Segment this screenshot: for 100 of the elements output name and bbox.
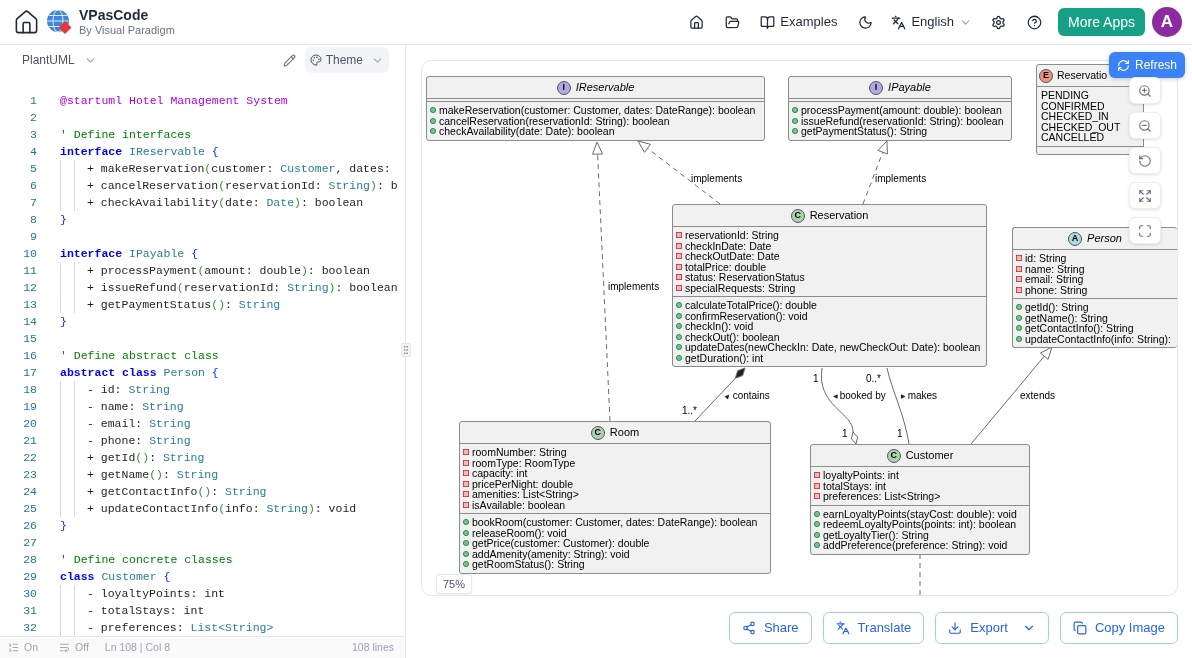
cursor-position: Ln 108 | Col 8: [104, 639, 171, 655]
class-member: bookRoom(customer: Customer, dates: DateRange): boolean: [472, 517, 758, 528]
more-apps-button[interactable]: More Apps: [1058, 8, 1145, 36]
line-number: 17: [22, 364, 37, 381]
download-icon: [948, 621, 963, 635]
line-number: 13: [22, 296, 37, 313]
line-number: 30: [22, 585, 37, 602]
class-name: Reservation: [809, 208, 869, 224]
code-line: + cancelReservation(reservationId: String): b: [87, 177, 398, 194]
code-line: ' Define abstract class: [60, 347, 219, 364]
theme-button[interactable]: Theme: [304, 47, 389, 73]
numbered-list-icon: [8, 642, 19, 653]
language-select[interactable]: English: [885, 6, 979, 38]
class-member: getContactInfo(): String: [1025, 323, 1134, 334]
line-number: 25: [22, 500, 37, 517]
stereotype-badge: C: [590, 425, 605, 440]
visibility-dot-icon: [430, 117, 436, 124]
expand-arrows-icon: [1138, 188, 1152, 203]
refresh-button[interactable]: Refresh: [1108, 52, 1185, 78]
code-line: + issueRefund(reservationId: String): boolean: [87, 279, 398, 296]
code-line: + getPaymentStatus(): String: [87, 296, 281, 313]
line-number: 11: [22, 262, 37, 279]
class-member: processPayment(amount: double): boolean: [801, 105, 1002, 116]
class-member: roomNumber: String: [472, 447, 567, 458]
visibility-dot-icon: [792, 117, 798, 124]
zoom-in-button[interactable]: [1129, 77, 1161, 104]
line-number: 28: [22, 551, 37, 568]
visibility-dot-icon: [1016, 335, 1022, 342]
code-line: + getName(): String: [87, 466, 219, 483]
code-line: + getId(): String: [87, 449, 205, 466]
fit-view-button[interactable]: [1129, 182, 1161, 209]
visibility-dot-icon: [814, 521, 820, 528]
line-number: 31: [22, 602, 37, 619]
line-number: 12: [22, 279, 37, 296]
share-button[interactable]: Share: [728, 612, 812, 644]
visibility-dot-icon: [676, 344, 682, 351]
class-member: addPreference(preference: String): void: [823, 540, 1008, 551]
translate-button[interactable]: Translate: [822, 612, 925, 644]
export-button[interactable]: Export: [935, 612, 1049, 644]
code-line: abstract class Person {: [60, 364, 219, 381]
diagram-canvas[interactable]: [421, 60, 1178, 596]
visibility-dot-icon: [792, 107, 798, 114]
stereotype-badge: I: [869, 80, 884, 95]
dashed-line: [919, 553, 921, 595]
line-number: 23: [22, 466, 37, 483]
app-subtitle: By Visual Paradigm: [79, 24, 175, 37]
visibility-dot-icon: [463, 529, 469, 536]
code-line: interface IReservable {: [60, 143, 219, 160]
class-member: specialRequests: String: [685, 282, 796, 293]
code-line: + getContactInfo(): String: [87, 483, 267, 500]
connector-label: booked by: [839, 390, 886, 401]
stereotype-badge: A: [1068, 231, 1083, 246]
line-number: 19: [22, 398, 37, 415]
stereotype-badge: C: [886, 448, 901, 463]
stereotype-badge: I: [556, 80, 571, 95]
visibility-dot-icon: [1016, 325, 1022, 332]
visibility-dot-icon: [463, 561, 469, 568]
line-number: 18: [22, 381, 37, 398]
code-line: - email: String: [87, 415, 191, 432]
line-number: 16: [22, 347, 37, 364]
language-select[interactable]: PlantUML: [22, 51, 97, 69]
examples-button[interactable]: Examples: [752, 6, 846, 38]
visibility-dot-icon: [676, 333, 682, 340]
visibility-dot-icon: [676, 354, 682, 361]
code-line: @startuml Hotel Management System: [60, 92, 288, 109]
user-avatar[interactable]: A: [1152, 7, 1182, 37]
line-number: 27: [22, 534, 37, 551]
code-line: }: [60, 517, 67, 534]
visibility-dot-icon: [463, 550, 469, 557]
line-number: 7: [29, 194, 37, 211]
reset-view-button[interactable]: [1129, 147, 1161, 174]
stereotype-badge: C: [790, 208, 805, 223]
translate-icon: [891, 14, 907, 30]
code-line: }: [60, 211, 67, 228]
code-line: - totalStays: int: [87, 602, 205, 619]
home-icon: [688, 14, 704, 30]
visibility-dot-icon: [430, 107, 436, 114]
folder-icon: [724, 14, 740, 30]
fullscreen-icon: [1138, 223, 1152, 238]
multiplicity-label: 0..*: [866, 373, 881, 384]
copy-button[interactable]: Copy Image: [1059, 612, 1178, 644]
visibility-dot-icon: [814, 531, 820, 538]
fullscreen-button[interactable]: [1129, 217, 1161, 244]
class-member: getPrice(customer: Customer): double: [472, 538, 650, 549]
line-number: 26: [22, 517, 37, 534]
line-count: 108 lines: [351, 639, 394, 655]
zoom-out-button[interactable]: [1129, 112, 1161, 139]
zoom-out-icon: [1138, 118, 1152, 133]
visibility-dot-icon: [676, 312, 682, 319]
wrap-icon: [59, 642, 70, 653]
class-member: capacity: int: [472, 468, 528, 479]
line-number: 22: [22, 449, 37, 466]
class-name: Customer: [905, 448, 954, 464]
class-name: Reservatio: [1057, 67, 1108, 83]
settings-icon: [990, 14, 1006, 30]
visibility-dot-icon: [814, 510, 820, 517]
class-member: getRoomStatus(): String: [472, 559, 585, 570]
connector-label: extends: [1020, 390, 1056, 401]
enum-value: CHECKED_IN: [1041, 111, 1109, 122]
class-member: getId(): String: [1025, 302, 1089, 313]
